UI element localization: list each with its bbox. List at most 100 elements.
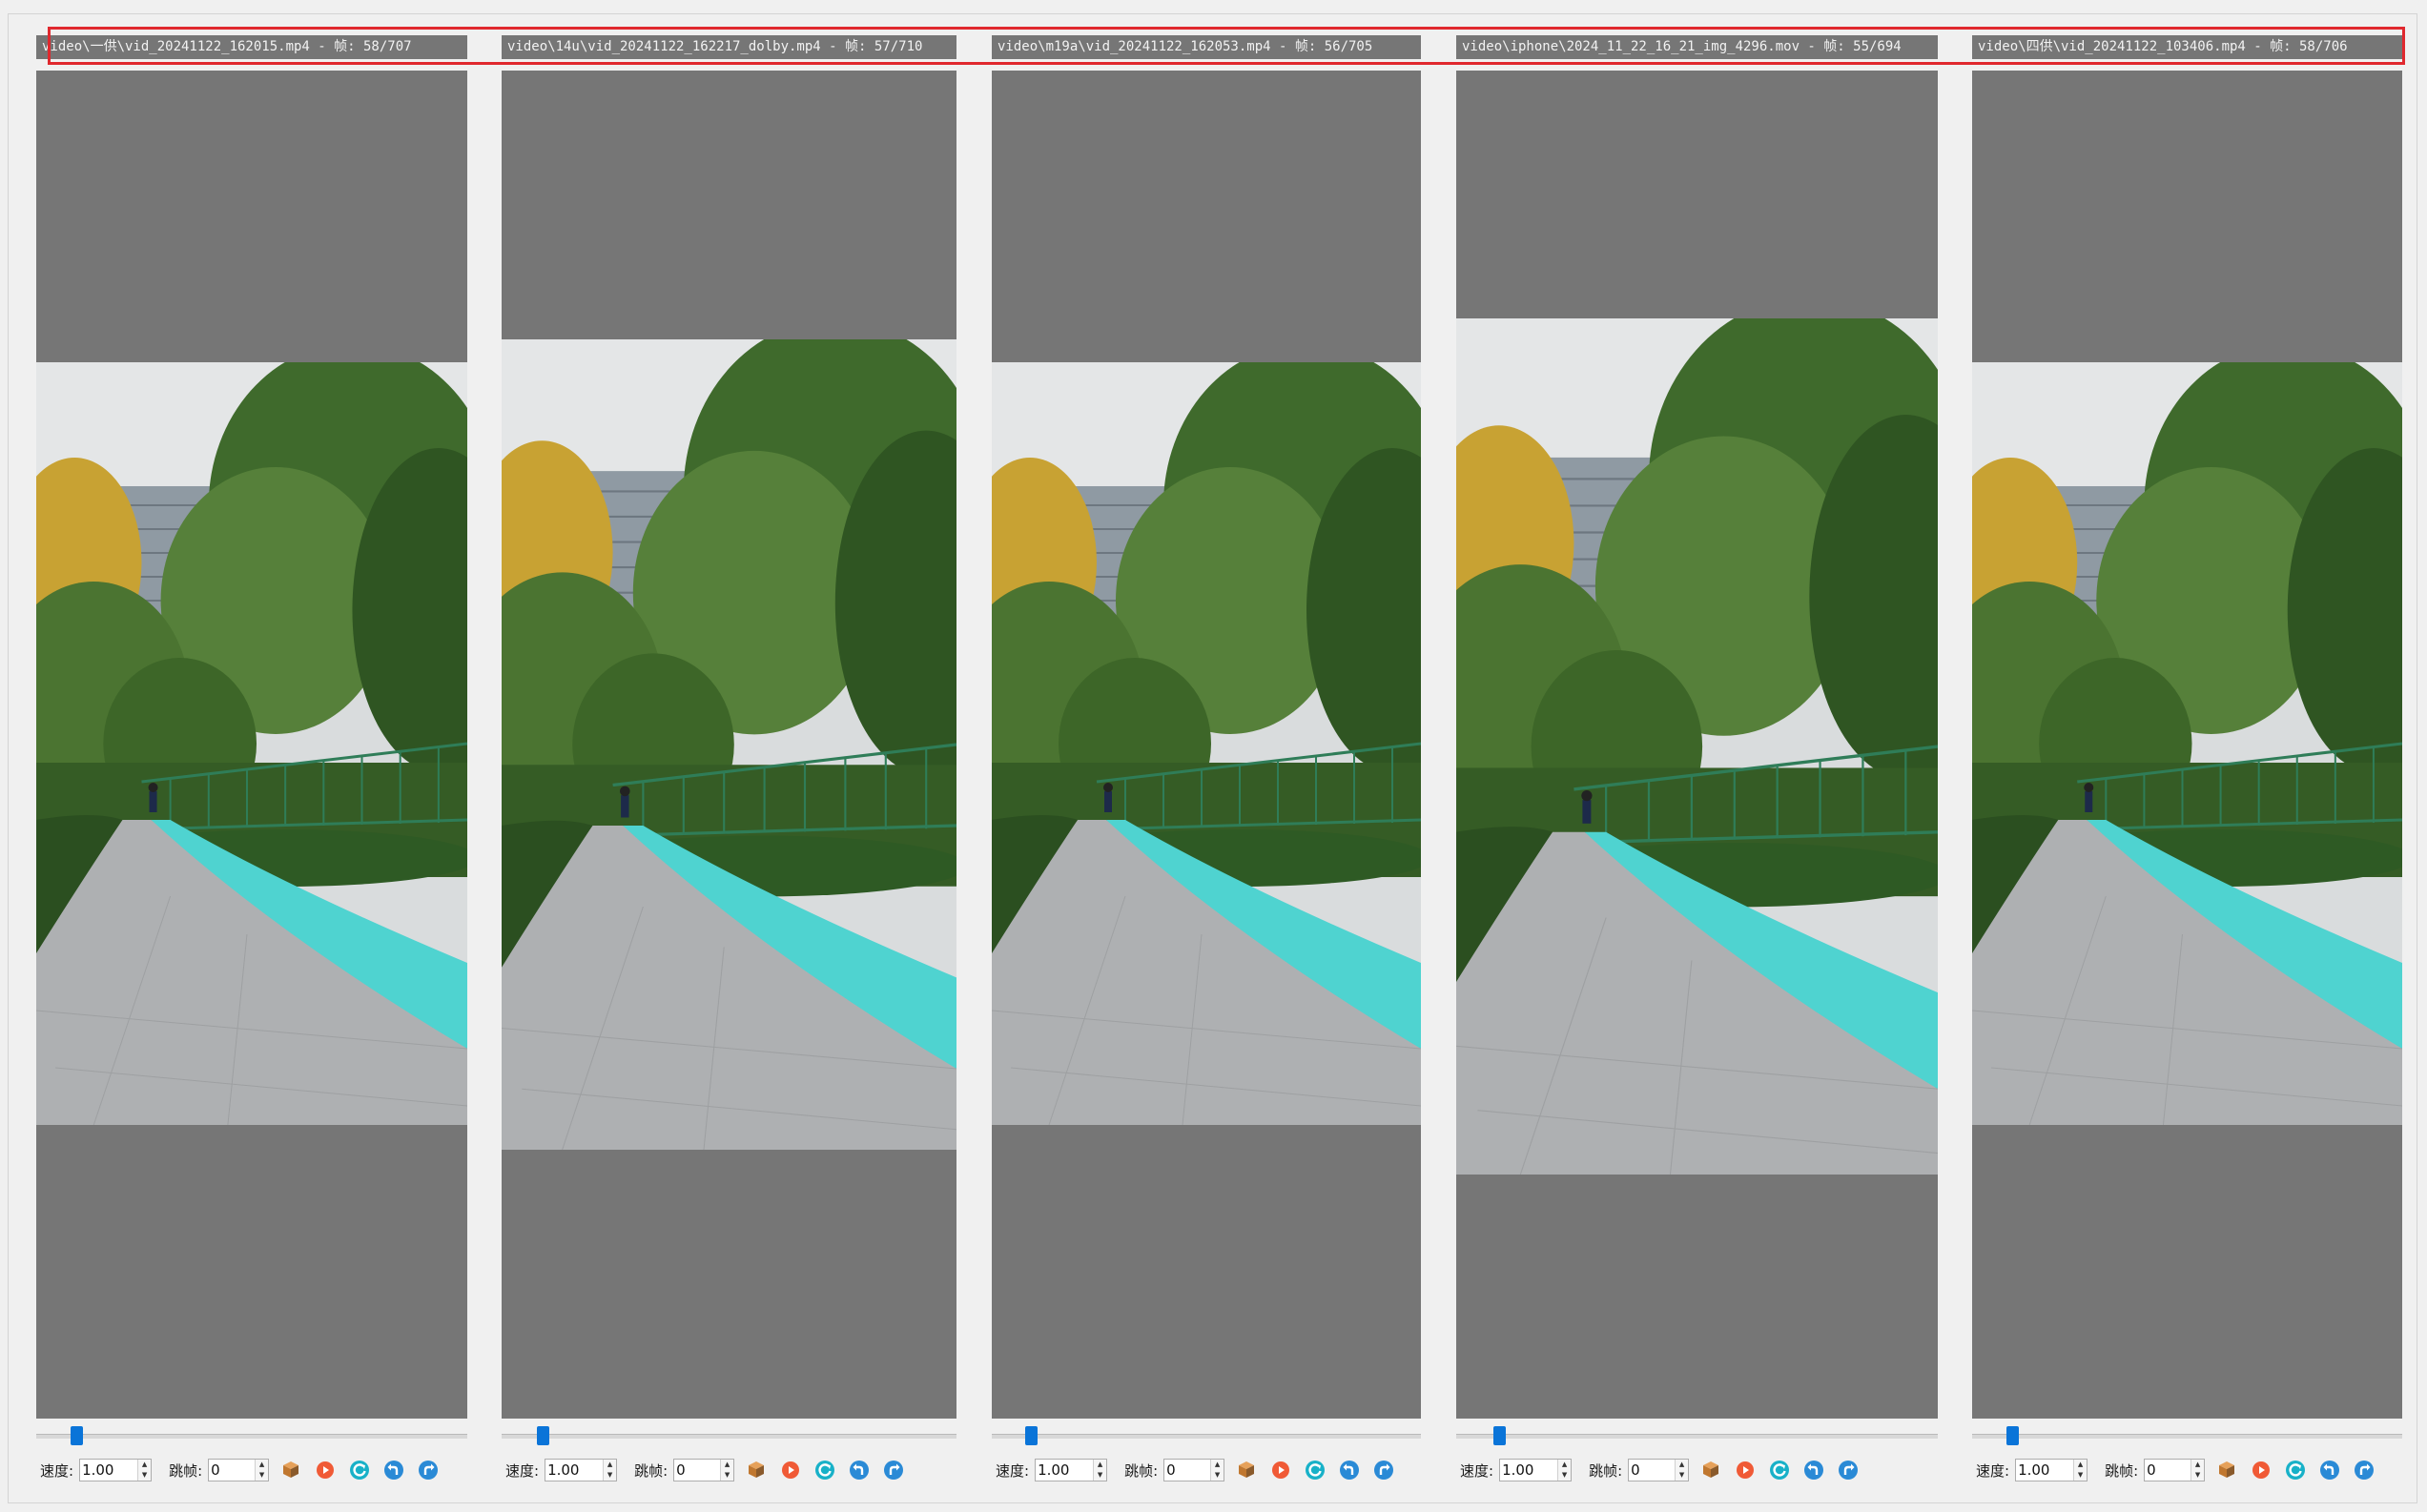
undo-icon[interactable] — [2317, 1458, 2342, 1482]
spin-up-icon[interactable]: ▲ — [2191, 1460, 2204, 1470]
video-title-bar: video\四供\vid_20241122_103406.mp4 - 帧: 58… — [1972, 35, 2402, 59]
reset-circle-icon[interactable] — [1767, 1458, 1792, 1482]
skip-frame-input[interactable] — [674, 1460, 721, 1481]
3d-box-icon[interactable] — [278, 1458, 303, 1482]
playback-controls: 速度: ▲▼ 跳帧: ▲▼ — [505, 1457, 956, 1483]
frame-slider[interactable] — [992, 1426, 1421, 1445]
video-view[interactable] — [1456, 71, 1938, 1419]
slider-thumb[interactable] — [71, 1426, 83, 1445]
redo-icon[interactable] — [881, 1458, 906, 1482]
skip-frame-label: 跳帧: — [1589, 1461, 1623, 1480]
frame-slider[interactable] — [36, 1426, 467, 1445]
reset-circle-icon[interactable] — [2283, 1458, 2308, 1482]
skip-frame-stepper[interactable]: ▲▼ — [2144, 1459, 2206, 1481]
spin-up-icon[interactable]: ▲ — [256, 1460, 268, 1470]
spin-up-icon[interactable]: ▲ — [1094, 1460, 1106, 1470]
video-view[interactable] — [992, 71, 1421, 1419]
spin-up-icon[interactable]: ▲ — [1558, 1460, 1571, 1470]
speed-input[interactable] — [2016, 1460, 2074, 1481]
playback-controls: 速度: ▲▼ 跳帧: ▲▼ — [1460, 1457, 1938, 1483]
3d-box-icon[interactable] — [1234, 1458, 1259, 1482]
spin-up-icon[interactable]: ▲ — [1211, 1460, 1224, 1470]
spin-down-icon[interactable]: ▼ — [2074, 1470, 2087, 1481]
speed-input[interactable] — [80, 1460, 138, 1481]
video-title-bar: video\一供\vid_20241122_162015.mp4 - 帧: 58… — [36, 35, 467, 59]
spin-up-icon[interactable]: ▲ — [138, 1460, 151, 1470]
skip-frame-input[interactable] — [1629, 1460, 1676, 1481]
video-view[interactable] — [1972, 71, 2402, 1419]
speed-stepper[interactable]: ▲▼ — [1499, 1459, 1573, 1481]
speed-input[interactable] — [545, 1460, 604, 1481]
skip-frame-input[interactable] — [2145, 1460, 2191, 1481]
playback-controls: 速度: ▲▼ 跳帧: ▲▼ — [40, 1457, 467, 1483]
spin-up-icon[interactable]: ▲ — [1676, 1460, 1688, 1470]
speed-stepper[interactable]: ▲▼ — [2015, 1459, 2088, 1481]
play-record-icon[interactable] — [1268, 1458, 1293, 1482]
speed-label: 速度: — [40, 1461, 74, 1480]
reset-circle-icon[interactable] — [812, 1458, 837, 1482]
undo-icon[interactable] — [381, 1458, 406, 1482]
video-panel-1: video\一供\vid_20241122_162015.mp4 - 帧: 58… — [36, 0, 467, 1512]
play-record-icon[interactable] — [1733, 1458, 1758, 1482]
spin-down-icon[interactable]: ▼ — [721, 1470, 733, 1481]
spin-down-icon[interactable]: ▼ — [138, 1470, 151, 1481]
playback-controls: 速度: ▲▼ 跳帧: ▲▼ — [1976, 1457, 2402, 1483]
speed-label: 速度: — [1976, 1461, 2010, 1480]
spin-down-icon[interactable]: ▼ — [1094, 1470, 1106, 1481]
spin-down-icon[interactable]: ▼ — [604, 1470, 616, 1481]
spin-down-icon[interactable]: ▼ — [256, 1470, 268, 1481]
video-panel-3: video\m19a\vid_20241122_162053.mp4 - 帧: … — [992, 0, 1421, 1512]
video-view[interactable] — [502, 71, 956, 1419]
frame-slider[interactable] — [1456, 1426, 1938, 1445]
slider-thumb[interactable] — [537, 1426, 549, 1445]
skip-frame-input[interactable] — [209, 1460, 256, 1481]
slider-thumb[interactable] — [1025, 1426, 1038, 1445]
skip-frame-label: 跳帧: — [1124, 1461, 1159, 1480]
skip-frame-input[interactable] — [1164, 1460, 1211, 1481]
3d-box-icon[interactable] — [744, 1458, 769, 1482]
redo-icon[interactable] — [2352, 1458, 2376, 1482]
redo-icon[interactable] — [1836, 1458, 1861, 1482]
3d-box-icon[interactable] — [2214, 1458, 2239, 1482]
play-record-icon[interactable] — [778, 1458, 803, 1482]
play-record-icon[interactable] — [313, 1458, 338, 1482]
skip-frame-label: 跳帧: — [169, 1461, 203, 1480]
undo-icon[interactable] — [847, 1458, 872, 1482]
skip-frame-stepper[interactable]: ▲▼ — [1163, 1459, 1225, 1481]
spin-down-icon[interactable]: ▼ — [1676, 1470, 1688, 1481]
video-title-bar: video\14u\vid_20241122_162217_dolby.mp4 … — [502, 35, 956, 59]
spin-down-icon[interactable]: ▼ — [2191, 1470, 2204, 1481]
video-frame — [502, 339, 956, 1150]
undo-icon[interactable] — [1337, 1458, 1362, 1482]
skip-frame-stepper[interactable]: ▲▼ — [673, 1459, 735, 1481]
speed-stepper[interactable]: ▲▼ — [545, 1459, 618, 1481]
spin-up-icon[interactable]: ▲ — [604, 1460, 616, 1470]
slider-thumb[interactable] — [2006, 1426, 2019, 1445]
redo-icon[interactable] — [1371, 1458, 1396, 1482]
video-title-bar: video\m19a\vid_20241122_162053.mp4 - 帧: … — [992, 35, 1421, 59]
spin-down-icon[interactable]: ▼ — [1211, 1470, 1224, 1481]
frame-slider[interactable] — [1972, 1426, 2402, 1445]
reset-circle-icon[interactable] — [347, 1458, 372, 1482]
reset-circle-icon[interactable] — [1303, 1458, 1327, 1482]
speed-stepper[interactable]: ▲▼ — [1035, 1459, 1108, 1481]
3d-box-icon[interactable] — [1698, 1458, 1723, 1482]
speed-label: 速度: — [505, 1461, 540, 1480]
skip-frame-stepper[interactable]: ▲▼ — [1628, 1459, 1690, 1481]
spin-down-icon[interactable]: ▼ — [1558, 1470, 1571, 1481]
speed-label: 速度: — [996, 1461, 1030, 1480]
skip-frame-stepper[interactable]: ▲▼ — [208, 1459, 270, 1481]
video-view[interactable] — [36, 71, 467, 1419]
redo-icon[interactable] — [416, 1458, 441, 1482]
video-frame — [1972, 362, 2402, 1125]
slider-thumb[interactable] — [1493, 1426, 1506, 1445]
speed-stepper[interactable]: ▲▼ — [79, 1459, 153, 1481]
play-record-icon[interactable] — [2249, 1458, 2273, 1482]
spin-up-icon[interactable]: ▲ — [721, 1460, 733, 1470]
speed-input[interactable] — [1500, 1460, 1558, 1481]
undo-icon[interactable] — [1801, 1458, 1826, 1482]
playback-controls: 速度: ▲▼ 跳帧: ▲▼ — [996, 1457, 1421, 1483]
speed-input[interactable] — [1036, 1460, 1094, 1481]
frame-slider[interactable] — [502, 1426, 956, 1445]
spin-up-icon[interactable]: ▲ — [2074, 1460, 2087, 1470]
